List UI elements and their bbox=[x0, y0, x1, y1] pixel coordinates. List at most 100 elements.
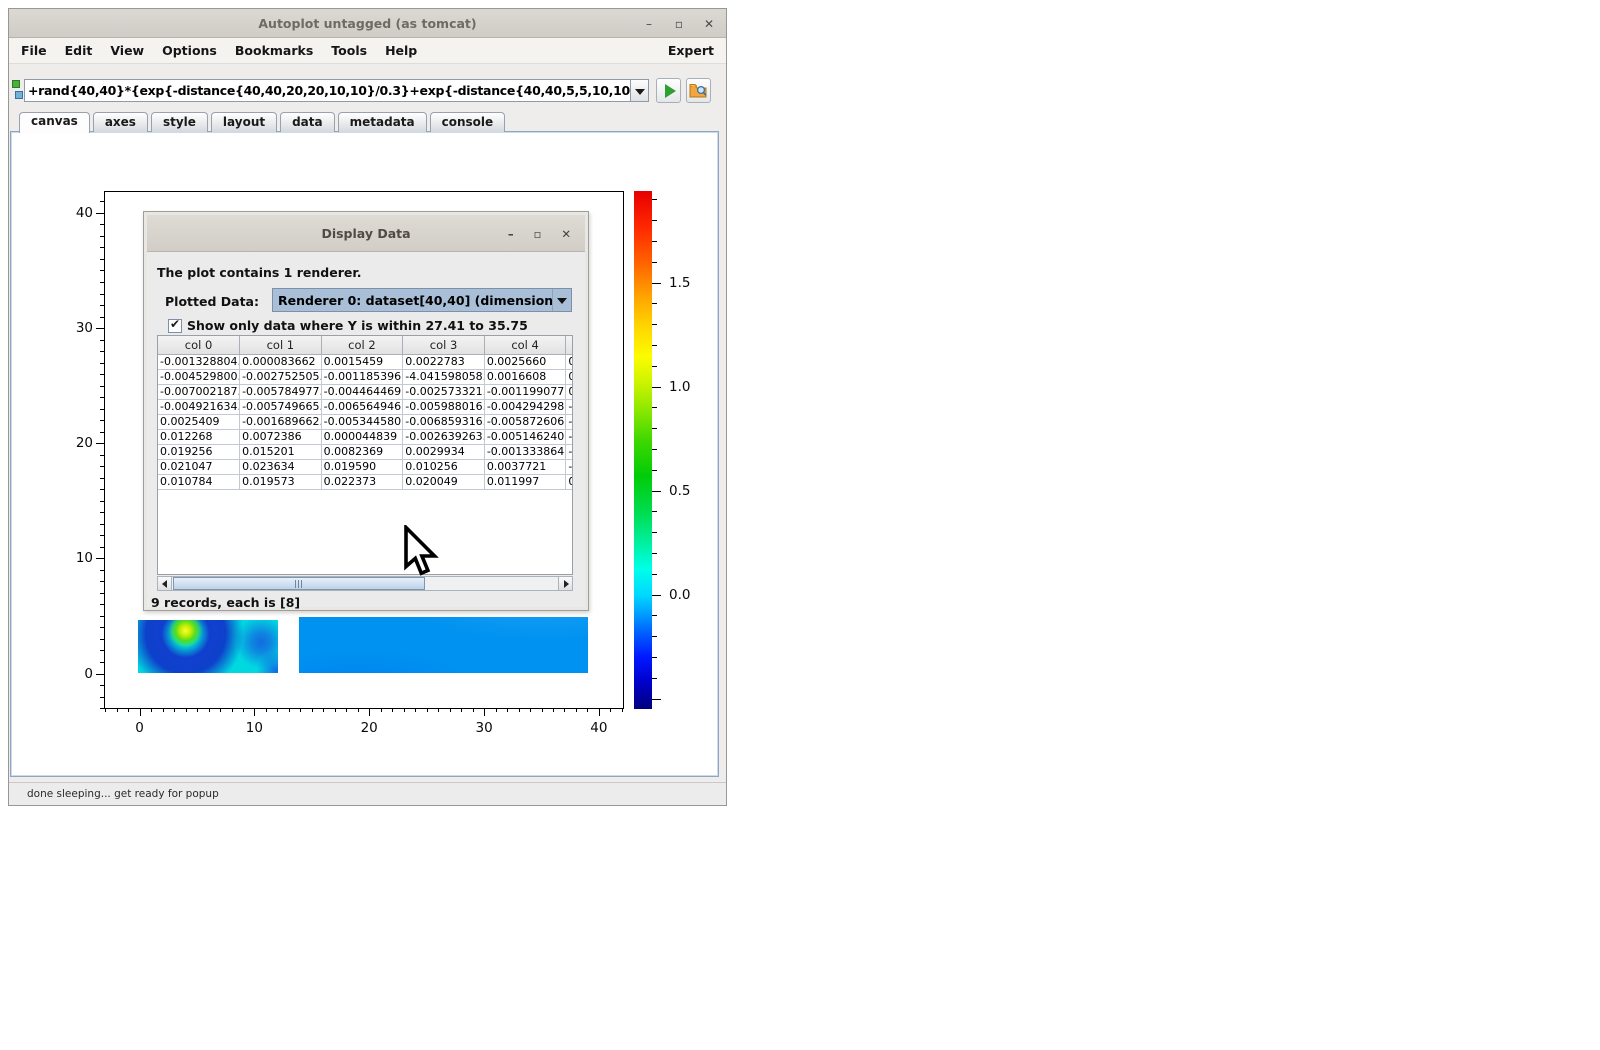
tab-layout[interactable]: layout bbox=[211, 112, 277, 132]
scroll-left-button[interactable] bbox=[158, 577, 172, 590]
horizontal-scrollbar[interactable] bbox=[157, 576, 573, 591]
column-header[interactable]: col 0 bbox=[158, 336, 240, 354]
table-cell[interactable]: -0.006564946... bbox=[321, 399, 403, 414]
table-cell[interactable]: 0.00 bbox=[566, 369, 573, 384]
table-row[interactable]: -0.007002187...-0.005784977...-0.0044644… bbox=[158, 384, 573, 399]
table-cell[interactable]: 0.0016608 bbox=[484, 369, 566, 384]
table-cell[interactable]: -0.001689662... bbox=[240, 414, 322, 429]
table-cell[interactable]: 0.019590 bbox=[321, 459, 403, 474]
table-cell[interactable]: -0.0 bbox=[566, 444, 573, 459]
table-cell[interactable]: 0.021047 bbox=[158, 459, 240, 474]
filter-checkbox[interactable]: ✔ bbox=[168, 319, 182, 333]
tab-console[interactable]: console bbox=[430, 112, 506, 132]
tab-axes[interactable]: axes bbox=[93, 112, 148, 132]
tab-data[interactable]: data bbox=[280, 112, 335, 132]
column-header[interactable]: col 3 bbox=[403, 336, 485, 354]
table-cell[interactable]: 0.000044839 bbox=[321, 429, 403, 444]
table-cell[interactable]: 0.019573 bbox=[240, 474, 322, 489]
menu-edit[interactable]: Edit bbox=[56, 43, 102, 58]
column-header[interactable]: col 2 bbox=[321, 336, 403, 354]
table-cell[interactable]: -4.041598058... bbox=[403, 369, 485, 384]
table-row[interactable]: 0.0210470.0236340.0195900.0102560.003772… bbox=[158, 459, 573, 474]
table-row[interactable]: 0.0122680.00723860.000044839-0.002639263… bbox=[158, 429, 573, 444]
menu-tools[interactable]: Tools bbox=[322, 43, 376, 58]
table-cell[interactable]: -0.004921634... bbox=[158, 399, 240, 414]
tab-canvas[interactable]: canvas bbox=[19, 112, 90, 133]
data-table-container[interactable]: col 0col 1col 2col 3col 4 -0.001328804..… bbox=[157, 335, 573, 575]
table-cell[interactable]: 0.015201 bbox=[240, 444, 322, 459]
table-cell[interactable]: -0.0 bbox=[566, 414, 573, 429]
table-cell[interactable]: 0.00 bbox=[566, 474, 573, 489]
table-cell[interactable]: -0.007002187... bbox=[158, 384, 240, 399]
tab-style[interactable]: style bbox=[151, 112, 208, 132]
table-cell[interactable]: -0.001333864... bbox=[484, 444, 566, 459]
table-row[interactable]: -0.004921634...-0.005749665...-0.0065649… bbox=[158, 399, 573, 414]
table-cell[interactable]: -0.001185396... bbox=[321, 369, 403, 384]
dialog-close-icon[interactable]: ✕ bbox=[561, 227, 571, 241]
plotted-data-select[interactable]: Renderer 0: dataset[40,40] (dimension... bbox=[272, 288, 572, 312]
table-cell[interactable]: -0.001328804... bbox=[158, 354, 240, 369]
table-row[interactable]: 0.0107840.0195730.0223730.0200490.011997… bbox=[158, 474, 573, 489]
table-cell[interactable]: 0.010256 bbox=[403, 459, 485, 474]
dialog-maximize-icon[interactable]: ▫ bbox=[534, 227, 542, 241]
table-cell[interactable]: -0.005872606... bbox=[484, 414, 566, 429]
table-cell[interactable]: -0.005988016... bbox=[403, 399, 485, 414]
table-cell[interactable]: 0.0029934 bbox=[403, 444, 485, 459]
combo-dropdown-button[interactable] bbox=[552, 289, 571, 311]
dialog-titlebar[interactable]: Display Data – ▫ ✕ bbox=[147, 215, 585, 252]
menu-help[interactable]: Help bbox=[376, 43, 426, 58]
tab-metadata[interactable]: metadata bbox=[338, 112, 427, 132]
table-cell[interactable]: 0.011997 bbox=[484, 474, 566, 489]
table-cell[interactable]: -0.002639263... bbox=[403, 429, 485, 444]
dialog-minimize-icon[interactable]: – bbox=[508, 227, 514, 241]
table-cell[interactable]: -0.002752505... bbox=[240, 369, 322, 384]
column-header[interactable]: col 4 bbox=[484, 336, 566, 354]
table-row[interactable]: 0.0192560.0152010.00823690.0029934-0.001… bbox=[158, 444, 573, 459]
table-cell[interactable]: 0.019256 bbox=[158, 444, 240, 459]
table-cell[interactable]: 0.023634 bbox=[240, 459, 322, 474]
table-row[interactable]: -0.004529800...-0.002752505...-0.0011853… bbox=[158, 369, 573, 384]
menu-view[interactable]: View bbox=[101, 43, 153, 58]
window-titlebar[interactable]: Autoplot untagged (as tomcat) – ▫ ✕ bbox=[9, 9, 726, 38]
column-header[interactable] bbox=[566, 336, 573, 354]
table-cell[interactable]: 0.0022783 bbox=[403, 354, 485, 369]
table-cell[interactable]: 0.012268 bbox=[158, 429, 240, 444]
table-cell[interactable]: 0.00 bbox=[566, 384, 573, 399]
table-cell[interactable]: -0.006859316... bbox=[403, 414, 485, 429]
table-cell[interactable]: 0.000083662 bbox=[240, 354, 322, 369]
table-cell[interactable]: -0.0 bbox=[566, 399, 573, 414]
column-header[interactable]: col 1 bbox=[240, 336, 322, 354]
table-cell[interactable]: 0.020049 bbox=[403, 474, 485, 489]
menu-file[interactable]: File bbox=[21, 43, 56, 58]
table-row[interactable]: -0.001328804...0.0000836620.00154590.002… bbox=[158, 354, 573, 369]
table-row[interactable]: 0.0025409-0.001689662...-0.005344580...-… bbox=[158, 414, 573, 429]
table-cell[interactable]: 0.0037721 bbox=[484, 459, 566, 474]
table-cell[interactable]: -0.005344580... bbox=[321, 414, 403, 429]
table-cell[interactable]: 0.022373 bbox=[321, 474, 403, 489]
table-cell[interactable]: -0.001199077... bbox=[484, 384, 566, 399]
close-icon[interactable]: ✕ bbox=[702, 17, 716, 31]
minimize-icon[interactable]: – bbox=[642, 17, 656, 31]
table-cell[interactable]: -0.0 bbox=[566, 459, 573, 474]
uri-input[interactable]: +rand{40,40}*{exp{-distance{40,40,20,20,… bbox=[24, 79, 631, 102]
table-cell[interactable]: -0.004529800... bbox=[158, 369, 240, 384]
table-cell[interactable]: 0.0025660 bbox=[484, 354, 566, 369]
go-button[interactable] bbox=[656, 78, 681, 103]
table-cell[interactable]: -0.004294298... bbox=[484, 399, 566, 414]
table-cell[interactable]: 0.0015459 bbox=[321, 354, 403, 369]
table-cell[interactable]: -0.002573321... bbox=[403, 384, 485, 399]
expert-mode-label[interactable]: Expert bbox=[668, 43, 714, 58]
table-cell[interactable]: 0.0025409 bbox=[158, 414, 240, 429]
table-cell[interactable]: -0.0 bbox=[566, 429, 573, 444]
table-cell[interactable]: 0.0072386 bbox=[240, 429, 322, 444]
table-cell[interactable]: -0.004464469... bbox=[321, 384, 403, 399]
table-cell[interactable]: -0.005784977... bbox=[240, 384, 322, 399]
table-cell[interactable]: -0.005749665... bbox=[240, 399, 322, 414]
scrollbar-thumb[interactable] bbox=[173, 577, 425, 590]
table-cell[interactable]: 0.0082369 bbox=[321, 444, 403, 459]
menu-bookmarks[interactable]: Bookmarks bbox=[226, 43, 322, 58]
uri-dropdown-button[interactable] bbox=[631, 79, 649, 102]
scroll-right-button[interactable] bbox=[558, 577, 572, 590]
table-cell[interactable]: 0.010784 bbox=[158, 474, 240, 489]
table-cell[interactable]: -0.005146240... bbox=[484, 429, 566, 444]
